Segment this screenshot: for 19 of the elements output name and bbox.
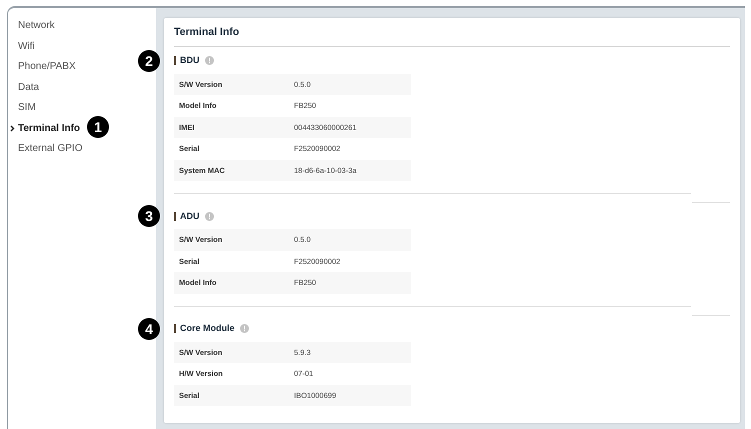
section-title: BDU bbox=[180, 54, 200, 67]
section-title: Core Module bbox=[180, 322, 235, 335]
sidebar-item[interactable]: Wifi bbox=[18, 38, 35, 54]
sidebar-item[interactable]: Data bbox=[18, 80, 40, 95]
section-marker bbox=[174, 56, 176, 66]
callout-number: 1 bbox=[87, 116, 110, 138]
sidebar-item[interactable]: SIM bbox=[18, 100, 36, 116]
info-icon bbox=[240, 324, 249, 334]
info-icon bbox=[204, 212, 214, 221]
sidebar-item[interactable]: Phone/PABX bbox=[18, 59, 76, 74]
sidebar-item[interactable]: Network bbox=[18, 18, 55, 34]
info-icon bbox=[204, 56, 214, 66]
sidebar-item[interactable]: Terminal Info bbox=[10, 120, 80, 136]
sidebar-item[interactable]: External GPIO bbox=[18, 141, 82, 156]
section-title: ADU bbox=[180, 210, 200, 222]
section-marker bbox=[174, 324, 176, 334]
section-marker bbox=[174, 212, 176, 221]
panel-title: Terminal Info bbox=[174, 25, 240, 40]
chevron-icon bbox=[10, 124, 15, 132]
